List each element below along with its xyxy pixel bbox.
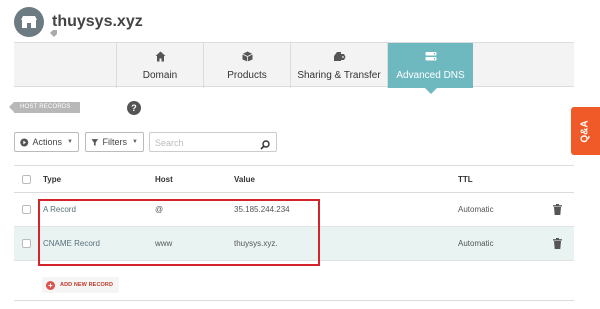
domain-header: thuysys.xyz bbox=[14, 6, 143, 38]
filters-label: Filters bbox=[102, 137, 128, 147]
filters-dropdown[interactable]: Filters ▼ bbox=[85, 132, 144, 152]
search-box bbox=[149, 132, 277, 152]
add-new-record-button[interactable]: + ADD NEW RECORD bbox=[42, 277, 120, 293]
home-icon bbox=[155, 51, 166, 65]
divider bbox=[14, 300, 574, 301]
store-icon bbox=[14, 7, 44, 37]
search-icon[interactable] bbox=[260, 137, 270, 155]
tab-products[interactable]: Products bbox=[203, 43, 290, 88]
actions-label: Actions bbox=[32, 137, 63, 147]
tab-label: Advanced DNS bbox=[396, 69, 465, 81]
col-ttl-header: TTL bbox=[458, 174, 473, 184]
col-host-header: Host bbox=[155, 174, 173, 184]
play-circle-icon bbox=[20, 138, 29, 146]
actions-dropdown[interactable]: Actions ▼ bbox=[14, 132, 79, 152]
add-record-label: ADD NEW RECORD bbox=[60, 282, 114, 288]
caret-down-icon: ▼ bbox=[132, 139, 138, 145]
tab-domain[interactable]: Domain bbox=[116, 43, 203, 88]
records-highlight-box bbox=[38, 199, 320, 266]
qa-label: Q&A bbox=[579, 119, 591, 143]
select-all-checkbox[interactable] bbox=[22, 174, 31, 184]
trash-icon[interactable] bbox=[553, 193, 562, 226]
tag-icon[interactable] bbox=[49, 29, 58, 39]
row-checkbox[interactable] bbox=[22, 205, 31, 214]
domain-title: thuysys.xyz bbox=[52, 13, 143, 30]
col-value-header: Value bbox=[234, 174, 255, 184]
trash-icon[interactable] bbox=[553, 227, 562, 260]
help-icon[interactable]: ? bbox=[127, 101, 141, 115]
tab-sharing-transfer[interactable]: Sharing & Transfer bbox=[290, 43, 387, 88]
tab-label: Sharing & Transfer bbox=[297, 69, 381, 81]
col-type-header: Type bbox=[43, 174, 62, 184]
share-icon bbox=[333, 51, 346, 65]
plus-circle-icon: + bbox=[46, 280, 55, 290]
table-header: Type Host Value TTL bbox=[14, 165, 574, 193]
dns-icon bbox=[425, 51, 437, 65]
record-ttl: Automatic bbox=[458, 239, 494, 248]
qa-side-tab[interactable]: Q&A bbox=[571, 107, 600, 155]
host-records-tag: HOST RECORDS bbox=[9, 102, 80, 113]
caret-down-icon: ▼ bbox=[67, 139, 73, 145]
search-input[interactable] bbox=[150, 134, 250, 152]
tab-advanced-dns[interactable]: Advanced DNS bbox=[387, 43, 473, 94]
domain-tabs: Domain Products Sharing & Transfer Advan… bbox=[14, 42, 574, 94]
tab-label: Domain bbox=[142, 69, 178, 81]
box-icon bbox=[241, 51, 253, 65]
record-ttl: Automatic bbox=[458, 205, 494, 214]
filter-icon bbox=[91, 138, 99, 146]
tab-label: Products bbox=[227, 69, 267, 81]
row-checkbox[interactable] bbox=[22, 239, 31, 248]
